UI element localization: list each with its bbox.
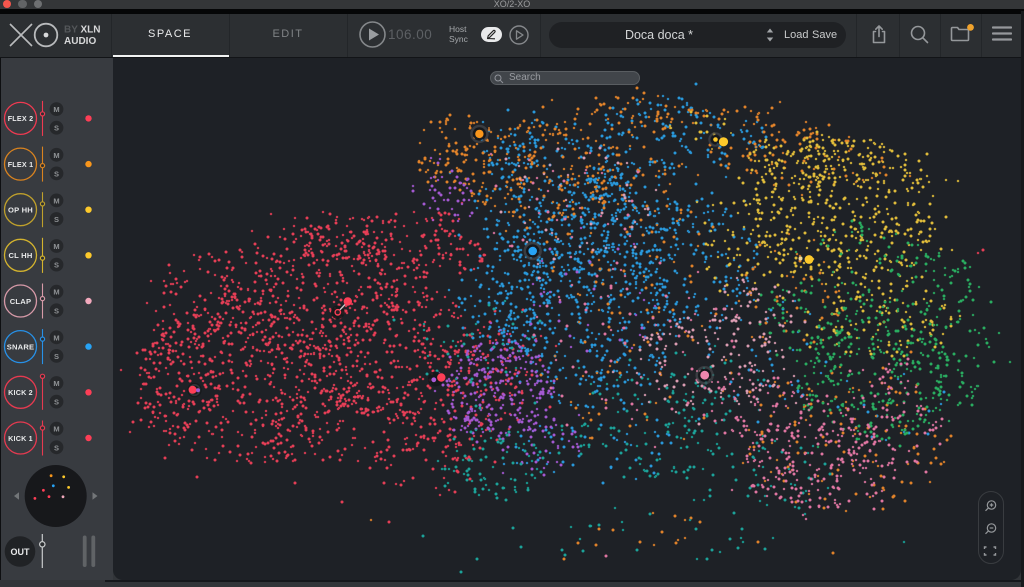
svg-text:FLEX 2: FLEX 2 [8,114,34,123]
svg-text:KICK 2: KICK 2 [8,388,33,397]
svg-text:M: M [53,425,59,434]
svg-text:CLAP: CLAP [10,297,31,306]
svg-text:S: S [54,261,59,270]
svg-text:BY XLN: BY XLN [64,25,101,36]
svg-text:AUDIO: AUDIO [64,36,96,47]
svg-text:S: S [54,169,59,178]
svg-text:M: M [53,151,59,160]
svg-text:OUT: OUT [11,547,31,557]
svg-text:S: S [54,306,59,315]
svg-text:CL HH: CL HH [8,251,32,260]
svg-text:S: S [54,443,59,452]
svg-text:M: M [53,379,59,388]
svg-text:M: M [53,242,59,251]
svg-text:FLEX 1: FLEX 1 [8,160,34,169]
svg-text:M: M [53,288,59,297]
svg-text:S: S [54,352,59,361]
svg-text:M: M [53,105,59,114]
svg-text:S: S [54,215,59,224]
svg-text:OP HH: OP HH [8,206,33,215]
svg-text:SNARE: SNARE [7,342,35,351]
svg-text:M: M [53,196,59,205]
svg-text:S: S [54,398,59,407]
svg-text:S: S [54,124,59,133]
svg-text:M: M [53,333,59,342]
svg-text:KICK 1: KICK 1 [8,434,33,443]
